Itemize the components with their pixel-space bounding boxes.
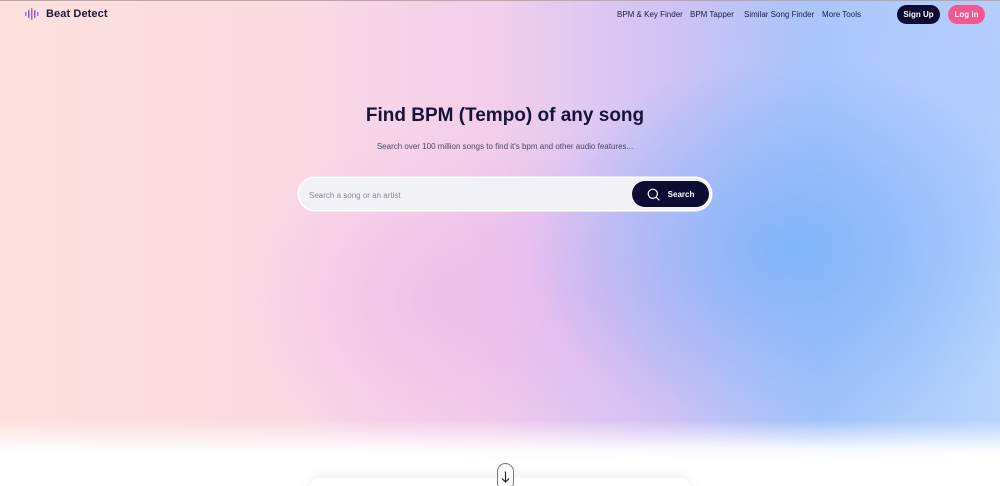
search-button-label: Search [667,189,695,199]
window-top-border [0,0,1000,1]
hero-background [0,0,1000,486]
log-in-button[interactable]: Log in [948,5,985,24]
hero-title: Find BPM (Tempo) of any song [365,105,645,126]
nav-link-more-tools[interactable]: More Tools [822,10,861,19]
nav-link-bpm-tapper[interactable]: BPM Tapper [690,10,734,19]
brand-logo[interactable]: Beat Detect [25,8,108,20]
search-icon [647,188,660,201]
hero-subtitle: Search over 100 million songs to find it… [376,142,634,151]
search-button[interactable]: Search [632,181,709,207]
arrow-down-icon [501,471,510,483]
sound-wave-icon [25,8,39,20]
scroll-down-button[interactable] [497,463,514,486]
search-bar: Search [299,178,711,210]
brand-name: Beat Detect [46,8,108,20]
nav-link-bpm-key-finder[interactable]: BPM & Key Finder [617,10,683,19]
nav-link-similar-song-finder[interactable]: Similar Song Finder [744,10,814,19]
top-navbar: Beat Detect BPM & Key Finder BPM Tapper … [0,0,1000,30]
sign-up-button[interactable]: Sign Up [897,5,940,24]
search-input[interactable] [307,185,621,205]
